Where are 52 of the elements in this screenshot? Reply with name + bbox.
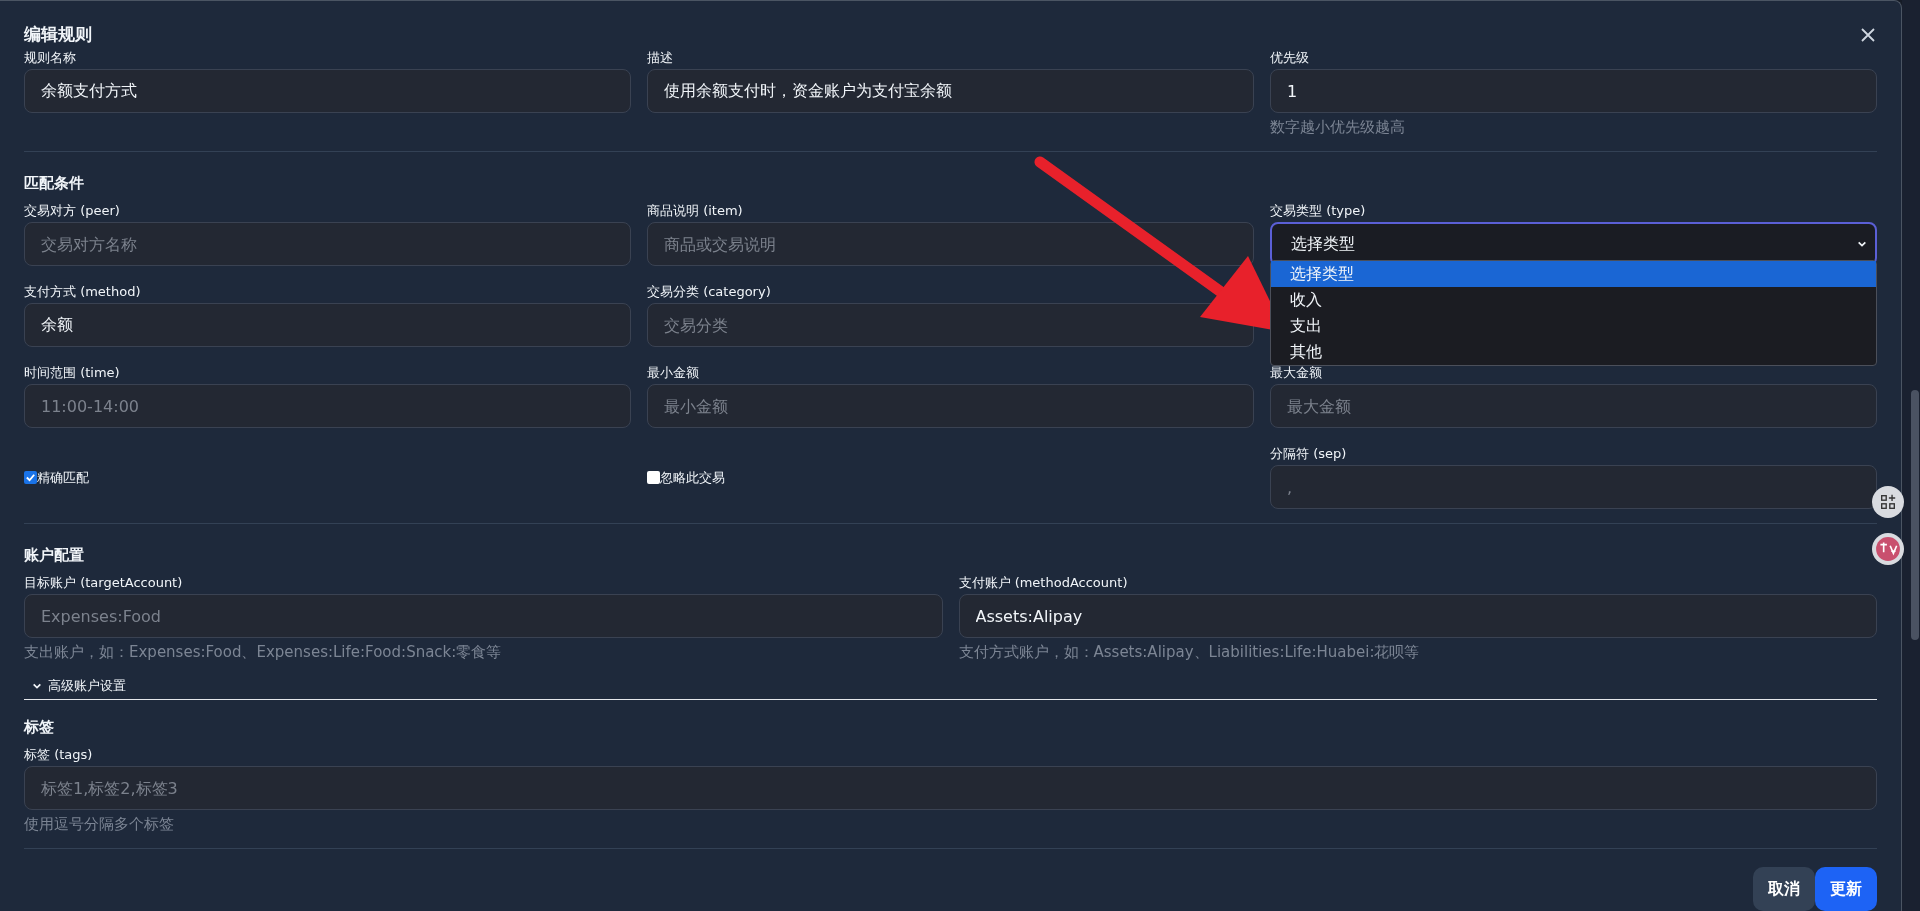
input-field[interactable]: 商品或交易说明 bbox=[647, 222, 1254, 266]
field-label: 交易分类 (category) bbox=[647, 284, 772, 300]
input-field[interactable]: 1 bbox=[1270, 69, 1877, 113]
chevron-icon bbox=[32, 681, 42, 691]
field-label: 最小金额 bbox=[647, 365, 700, 381]
section-heading: 匹配条件 bbox=[24, 174, 85, 193]
field-label: 支付方式 (method) bbox=[24, 284, 142, 300]
hint-text: 支付方式账户，如：Assets:Alipay、Liabilities:Life:Huabei:花呗等 bbox=[958, 642, 1421, 662]
input-field[interactable]: Assets:Alipay bbox=[958, 594, 1877, 638]
close-icon[interactable] bbox=[1861, 27, 1875, 42]
section-heading: 标签 bbox=[24, 718, 55, 737]
field-label: 标签 (tags) bbox=[24, 747, 94, 763]
dropdown-option[interactable]: 选择类型 bbox=[1271, 261, 1876, 287]
input-field[interactable]: 交易对方名称 bbox=[24, 222, 631, 266]
input-field[interactable]: Expenses:Food bbox=[24, 594, 943, 638]
field-label: 目标账户 (targetAccount) bbox=[24, 575, 184, 591]
input-field[interactable]: 使用余额支付时，资金账户为支付宝余额 bbox=[647, 69, 1254, 113]
input-field[interactable]: 标签1,标签2,标签3 bbox=[24, 766, 1877, 810]
hint-text: 数字越小优先级越高 bbox=[1270, 117, 1406, 137]
field-label: 支付账户 (methodAccount) bbox=[958, 575, 1129, 591]
hint-text: 使用逗号分隔多个标签 bbox=[24, 814, 175, 834]
dropdown-option[interactable]: 支出 bbox=[1271, 313, 1876, 339]
input-field[interactable]: , bbox=[1270, 465, 1877, 509]
input-field[interactable]: 最大金额 bbox=[1270, 384, 1877, 428]
field-label: 交易对方 (peer) bbox=[24, 203, 121, 219]
checkbox[interactable] bbox=[647, 471, 660, 484]
input-field[interactable]: 交易分类 bbox=[647, 303, 1254, 347]
field-label: 商品说明 (item) bbox=[647, 203, 744, 219]
hint-text: 支出账户，如：Expenses:Food、Expenses:Life:Food:Snack:零食等 bbox=[24, 642, 503, 662]
field-label: 规则名称 bbox=[24, 50, 77, 66]
field-label: 最大金额 bbox=[1270, 365, 1323, 381]
section-heading: 账户配置 bbox=[24, 546, 85, 565]
dialog-title: 编辑规则 bbox=[24, 23, 92, 46]
input-field[interactable]: 11:00-14:00 bbox=[24, 384, 631, 428]
field-label: 交易类型 (type) bbox=[1270, 203, 1367, 219]
field-label: 描述 bbox=[647, 50, 674, 66]
checkbox-label: 忽略此交易 bbox=[660, 468, 725, 487]
input-field[interactable]: 最小金额 bbox=[647, 384, 1254, 428]
dropdown-option[interactable]: 收入 bbox=[1271, 287, 1876, 313]
field-label: 时间范围 (time) bbox=[24, 365, 121, 381]
checkbox[interactable] bbox=[24, 471, 37, 484]
checkbox-label: 精确匹配 bbox=[37, 468, 89, 487]
dropdown-option[interactable]: 其他 bbox=[1271, 339, 1876, 365]
field-label: 优先级 bbox=[1270, 50, 1310, 66]
field-label: 分隔符 (sep) bbox=[1270, 446, 1348, 462]
update-button[interactable]: 更新 bbox=[1815, 867, 1877, 911]
advanced-toggle[interactable]: 高级账户设置 bbox=[24, 677, 126, 695]
chevron-icon bbox=[1857, 239, 1867, 249]
scrollbar-thumb[interactable] bbox=[1911, 390, 1919, 640]
input-field[interactable]: 余额支付方式 bbox=[24, 69, 631, 113]
input-field[interactable]: 余额 bbox=[24, 303, 631, 347]
cancel-button[interactable]: 取消 bbox=[1753, 867, 1815, 911]
